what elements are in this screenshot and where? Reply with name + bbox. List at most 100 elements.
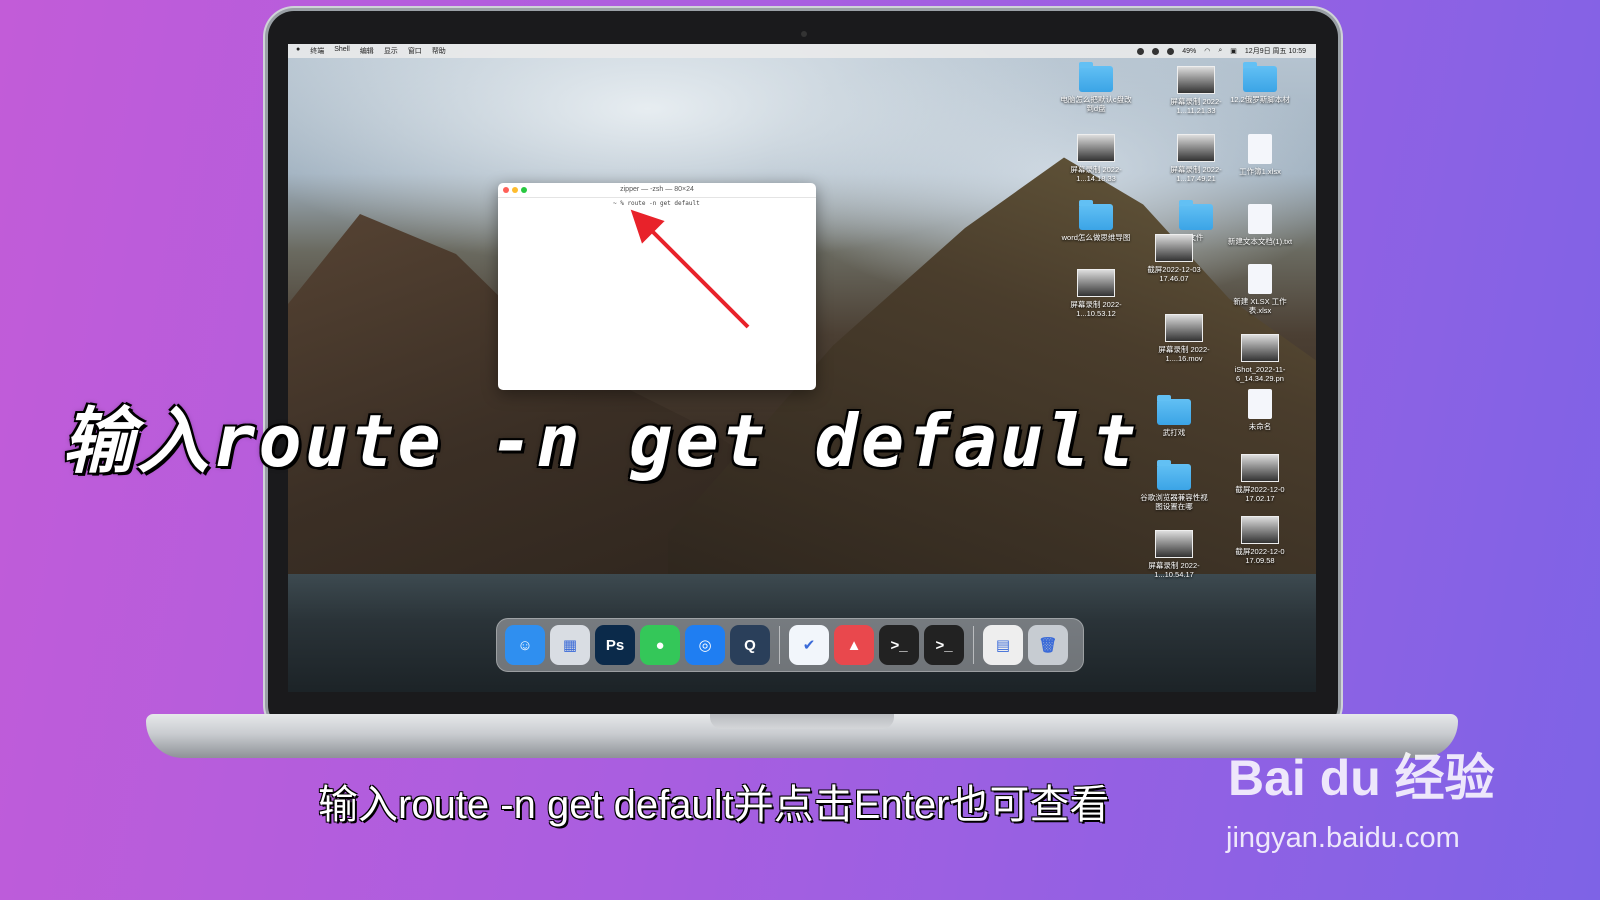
dock-finder-icon[interactable]: ☺ — [505, 625, 545, 665]
folder-icon — [1157, 460, 1191, 490]
thumb-icon — [1155, 234, 1193, 262]
dock-app-red-icon[interactable]: ▲ — [834, 625, 874, 665]
dock-trash-icon[interactable]: 🗑 — [1028, 625, 1068, 665]
desktop-icon-label: 屏幕录制 2022-1...11.21.33 — [1170, 97, 1222, 115]
menu-item-terminal[interactable]: 终端 — [310, 46, 324, 56]
desktop-icon-label: 屏幕录制 2022-1...10.54.17 — [1148, 561, 1200, 579]
dock-messages-icon[interactable]: ● — [640, 625, 680, 665]
desktop-icon[interactable]: word怎么做思维导图 — [1060, 200, 1132, 242]
thumb-icon — [1155, 530, 1193, 558]
desktop-icon-label: iShot_2022-11-6_14.34.29.pn — [1234, 365, 1286, 383]
red-arrow-annotation — [630, 209, 750, 329]
desktop-icon-label: 工作簿1.xlsx — [1239, 167, 1281, 176]
menu-item-window[interactable]: 窗口 — [408, 46, 422, 56]
desktop-icon[interactable]: 12.2俄罗斯脚本材 — [1224, 62, 1296, 104]
desktop-icon[interactable]: 工作簿1.xlsx — [1224, 134, 1296, 176]
dock-launchpad-icon[interactable]: ▦ — [550, 625, 590, 665]
thumb-icon — [1077, 134, 1115, 162]
dock-preview-icon[interactable]: ▤ — [983, 625, 1023, 665]
dock-separator — [973, 626, 974, 664]
thumb-icon — [1077, 269, 1115, 297]
dock-quicktime-icon[interactable]: Q — [730, 625, 770, 665]
subtitle: 输入route -n get default并点击Enter也可查看 — [318, 783, 1110, 827]
thumb-icon — [1241, 454, 1279, 482]
desktop-icon[interactable]: 电脑怎么把默认c盘改到d盘 — [1060, 62, 1132, 113]
desktop-icon[interactable]: 谷歌浏览器兼容性视图设置在哪 — [1138, 460, 1210, 511]
desktop-icon[interactable]: 屏幕录制 2022-1...10.54.17 — [1138, 530, 1210, 579]
desktop-icon[interactable]: 屏幕录制 2022-1...17.49.21 — [1160, 134, 1232, 183]
desktop-icon[interactable]: 截屏2022-12-03 17.46.07 — [1138, 234, 1210, 283]
desktop-icon-label: 未命名 — [1248, 422, 1272, 431]
desktop-icon-label: 电脑怎么把默认c盘改到d盘 — [1060, 95, 1132, 113]
apple-menu-icon[interactable]: ● — [296, 46, 300, 56]
doc-icon — [1248, 134, 1272, 164]
status-icon[interactable] — [1137, 47, 1145, 55]
desktop-icon-label: 新建文本文档(1).txt — [1227, 237, 1293, 246]
thumb-icon — [1241, 516, 1279, 544]
desktop-icon[interactable]: 屏幕录制 2022-1...14.18.33 — [1060, 134, 1132, 183]
dock-separator — [779, 626, 780, 664]
menu-item-edit[interactable]: 编辑 — [360, 46, 374, 56]
folder-icon — [1079, 62, 1113, 92]
desktop-icon[interactable]: 屏幕录制 2022-1....16.mov — [1148, 314, 1220, 363]
desktop-icon[interactable]: 新建文本文档(1).txt — [1224, 204, 1296, 246]
watermark-url: jingyan.baidu.com — [1226, 822, 1460, 854]
desktop-icon[interactable]: 截屏2022-12-0 17.09.58 — [1224, 516, 1296, 565]
wifi-icon[interactable]: ◠ — [1204, 47, 1210, 55]
dock-app-blue-icon[interactable]: ✔ — [789, 625, 829, 665]
menubar-clock[interactable]: 12月9日 周五 10:59 — [1245, 46, 1306, 56]
desktop-icon-label: 截屏2022-12-0 17.09.58 — [1235, 547, 1285, 565]
terminal-command-line[interactable]: ~ % route -n get default — [613, 200, 700, 207]
doc-icon — [1248, 389, 1272, 419]
terminal-title: zipper — -zsh — 80×24 — [620, 186, 694, 193]
desktop-icon-label: 截屏2022-12-0 17.02.17 — [1235, 485, 1285, 503]
dock-terminal-1-icon[interactable]: >_ — [879, 625, 919, 665]
desktop-icon-label: 屏幕录制 2022-1...17.49.21 — [1170, 165, 1222, 183]
folder-icon — [1079, 200, 1113, 230]
dock-photoshop-icon[interactable]: Ps — [595, 625, 635, 665]
menu-item-view[interactable]: 显示 — [384, 46, 398, 56]
dock-safari-icon[interactable]: ◎ — [685, 625, 725, 665]
desktop-icon[interactable]: iShot_2022-11-6_14.34.29.pn — [1224, 334, 1296, 383]
desktop-icon[interactable]: 屏幕录制 2022-1...11.21.33 — [1160, 66, 1232, 115]
desktop-icon-label: 谷歌浏览器兼容性视图设置在哪 — [1140, 493, 1208, 511]
dock-terminal-2-icon[interactable]: >_ — [924, 625, 964, 665]
desktop-icon-label: 截屏2022-12-03 17.46.07 — [1147, 265, 1201, 283]
folder-icon — [1179, 200, 1213, 230]
status-icon[interactable] — [1152, 47, 1160, 55]
desktop-icon[interactable]: 截屏2022-12-0 17.02.17 — [1224, 454, 1296, 503]
thumb-icon — [1165, 314, 1203, 342]
desktop-icon[interactable]: 武打戏 — [1138, 395, 1210, 437]
desktop-icon[interactable]: 未命名 — [1224, 389, 1296, 431]
desktop-icon-label: 屏幕录制 2022-1....16.mov — [1158, 345, 1210, 363]
status-icon[interactable] — [1167, 47, 1175, 55]
doc-icon — [1248, 264, 1272, 294]
mac-screen: ● 终端 Shell 编辑 显示 窗口 帮助 49% ◠ ⌕ ▣ 12月9日 周… — [288, 44, 1316, 692]
thumb-icon — [1241, 334, 1279, 362]
watermark-logo: Bai du 经验 — [1228, 750, 1495, 806]
thumb-icon — [1177, 134, 1215, 162]
search-icon[interactable]: ⌕ — [1218, 47, 1222, 55]
menu-item-help[interactable]: 帮助 — [432, 46, 446, 56]
thumb-icon — [1177, 66, 1215, 94]
overlay-caption: 输入route -n get default — [62, 399, 1139, 483]
desktop-icon-label: 12.2俄罗斯脚本材 — [1230, 95, 1290, 104]
dock: ☺ ▦ Ps ● ◎ Q ✔ ▲ >_ >_ ▤ 🗑 — [496, 618, 1084, 672]
desktop-icon-label: 武打戏 — [1162, 428, 1186, 437]
desktop-icon[interactable]: 屏幕录制 2022-1...10.53.12 — [1060, 269, 1132, 318]
desktop-icon-label: word怎么做思维导图 — [1061, 233, 1131, 242]
folder-icon — [1157, 395, 1191, 425]
control-center-icon[interactable]: ▣ — [1230, 47, 1237, 55]
folder-icon — [1243, 62, 1277, 92]
desktop-icon-label: 新建 XLSX 工作表.xlsx — [1233, 297, 1287, 315]
doc-icon — [1248, 204, 1272, 234]
desktop-icon-label: 屏幕录制 2022-1...14.18.33 — [1070, 165, 1122, 183]
menu-bar: ● 终端 Shell 编辑 显示 窗口 帮助 49% ◠ ⌕ ▣ 12月9日 周… — [288, 44, 1316, 58]
desktop-icon-label: 屏幕录制 2022-1...10.53.12 — [1070, 300, 1122, 318]
laptop-notch — [710, 714, 894, 729]
battery-percent[interactable]: 49% — [1182, 48, 1196, 55]
camera — [801, 31, 807, 37]
menu-item-shell[interactable]: Shell — [334, 46, 350, 56]
desktop-icon[interactable]: 新建 XLSX 工作表.xlsx — [1224, 264, 1296, 315]
terminal-titlebar[interactable]: zipper — -zsh — 80×24 — [498, 183, 816, 198]
